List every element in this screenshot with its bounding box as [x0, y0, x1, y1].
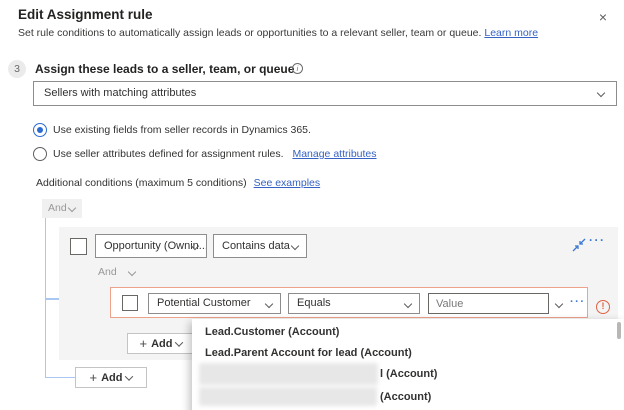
chevron-down-icon	[125, 371, 134, 381]
flyout-item-label: Lead.Customer (Account)	[205, 326, 340, 338]
inner-and-operator-dropdown[interactable]: And	[98, 266, 117, 278]
error-icon: !	[596, 300, 610, 314]
page-title: Edit Assignment rule	[18, 7, 153, 22]
radio-seller-attributes[interactable]	[33, 147, 47, 161]
flyout-scrollbar[interactable]	[617, 322, 621, 339]
close-icon[interactable]: ×	[594, 8, 612, 26]
row-value-input[interactable]	[428, 293, 549, 314]
step-number-badge: 3	[8, 60, 26, 78]
group-field-dropdown[interactable]: Opportunity (Ownin...	[95, 234, 207, 258]
plus-icon: +	[139, 336, 148, 351]
radio-existing-fields[interactable]	[33, 123, 47, 137]
flyout-item-label: (Account)	[380, 391, 432, 403]
row-field-value: Potential Customer	[157, 297, 251, 309]
chevron-down-icon	[403, 299, 413, 309]
group-operator-value: Contains data	[222, 240, 290, 252]
additional-conditions-label: Additional conditions (maximum 5 conditi…	[36, 177, 247, 189]
radio-existing-fields-label[interactable]: Use existing fields from seller records …	[53, 124, 311, 136]
flyout-item-redacted-1[interactable]: l (Account)	[192, 362, 624, 386]
inner-add-label: Add	[151, 337, 173, 350]
flyout-item-lead-parent-account[interactable]: Lead.Parent Account for lead (Account)	[192, 343, 624, 364]
redacted-text-block	[199, 363, 378, 385]
row-checkbox[interactable]	[122, 295, 138, 311]
radio-seller-attributes-label[interactable]: Use seller attributes defined for assign…	[53, 148, 284, 160]
chevron-down-icon	[290, 241, 300, 251]
flyout-item-label: Lead.Parent Account for lead (Account)	[205, 347, 412, 359]
collapse-group-icon[interactable]	[572, 238, 586, 252]
tree-line-branch-group	[44, 298, 60, 300]
edit-assignment-rule-dialog: Edit Assignment rule Set rule conditions…	[0, 0, 624, 410]
dialog-subtitle: Set rule conditions to automatically ass…	[18, 27, 538, 39]
field-picker-flyout: Lead.Customer (Account) Lead.Parent Acco…	[192, 319, 624, 410]
group-operator-dropdown[interactable]: Contains data	[213, 234, 307, 258]
chevron-down-icon	[67, 203, 77, 213]
flyout-item-redacted-2[interactable]: (Account)	[192, 386, 624, 408]
group-more-options-icon[interactable]: ···	[589, 233, 606, 247]
see-examples-link[interactable]: See examples	[254, 177, 321, 189]
plus-icon: +	[89, 370, 98, 385]
radio-seller-attributes-row: Use seller attributes defined for assign…	[53, 148, 377, 160]
flyout-item-lead-customer[interactable]: Lead.Customer (Account)	[192, 322, 624, 343]
tree-line-branch-outer-add	[44, 376, 76, 378]
outer-add-button[interactable]: + Add	[75, 367, 147, 388]
chevron-down-icon	[596, 88, 606, 98]
outer-and-operator-dropdown[interactable]: And	[42, 199, 82, 218]
manage-attributes-link[interactable]: Manage attributes	[292, 148, 376, 160]
outer-add-label: Add	[101, 371, 123, 384]
subtitle-text: Set rule conditions to automatically ass…	[18, 27, 482, 39]
chevron-down-icon	[264, 299, 274, 309]
group-checkbox[interactable]	[70, 238, 87, 255]
row-more-options-icon[interactable]: ···	[570, 296, 586, 308]
row-operator-dropdown[interactable]: Equals	[288, 293, 420, 314]
outer-and-label: And	[48, 202, 67, 214]
learn-more-link[interactable]: Learn more	[484, 27, 538, 39]
additional-conditions-row: Additional conditions (maximum 5 conditi…	[36, 177, 320, 189]
row-operator-value: Equals	[297, 297, 331, 309]
inner-and-label: And	[98, 266, 117, 278]
assignee-type-value: Sellers with matching attributes	[44, 87, 197, 99]
inner-add-button[interactable]: + Add	[127, 333, 195, 354]
row-field-dropdown[interactable]: Potential Customer	[148, 293, 281, 314]
flyout-item-label: l (Account)	[380, 368, 438, 380]
info-icon[interactable]: i	[292, 63, 303, 74]
step-heading: Assign these leads to a seller, team, or…	[35, 62, 295, 76]
chevron-down-icon	[175, 337, 184, 347]
assignee-type-select[interactable]: Sellers with matching attributes	[33, 81, 617, 106]
redacted-text-block	[199, 387, 377, 406]
